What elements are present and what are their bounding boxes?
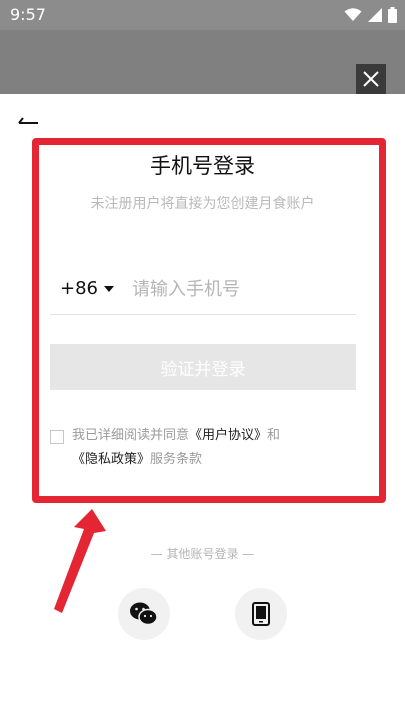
phone-device-icon: [252, 602, 270, 626]
back-arrow-icon: [18, 117, 38, 124]
close-icon: [363, 71, 379, 87]
back-button[interactable]: [18, 112, 40, 128]
status-icons: [344, 6, 397, 24]
other-login-label: — 其他账号登录 —: [150, 547, 255, 561]
agree-and: 和: [267, 428, 281, 443]
caret-down-icon: [104, 285, 114, 292]
wifi-icon: [344, 8, 362, 21]
overlay-dim[interactable]: [0, 30, 405, 94]
country-code-label: +86: [60, 278, 98, 299]
agree-suffix: 服务条款: [150, 452, 203, 467]
wechat-login-button[interactable]: [118, 588, 170, 640]
battery-icon: [388, 7, 397, 23]
status-time: 9:57: [10, 5, 46, 24]
privacy-policy-link[interactable]: 《隐私政策》: [72, 452, 150, 467]
status-bar: 9:57: [0, 0, 405, 30]
close-button[interactable]: [356, 64, 386, 94]
country-code-selector[interactable]: +86: [60, 278, 114, 299]
agree-prefix: 我已详细阅读并同意: [72, 428, 190, 443]
wechat-icon: [130, 602, 158, 626]
page-title: 手机号登录: [150, 154, 255, 178]
agree-checkbox[interactable]: [50, 430, 64, 444]
verify-login-button[interactable]: 验证并登录: [50, 344, 356, 390]
page-subtitle: 未注册用户将直接为您创建月食账户: [90, 196, 315, 212]
input-underline: [50, 314, 356, 315]
phone-input[interactable]: [130, 272, 356, 306]
phone-login-button[interactable]: [235, 588, 287, 640]
user-agreement-link[interactable]: 《用户协议》: [189, 428, 267, 443]
agreement-text: 我已详细阅读并同意《用户协议》和《隐私政策》服务条款: [72, 424, 357, 472]
cell-signal-icon: [368, 8, 382, 22]
